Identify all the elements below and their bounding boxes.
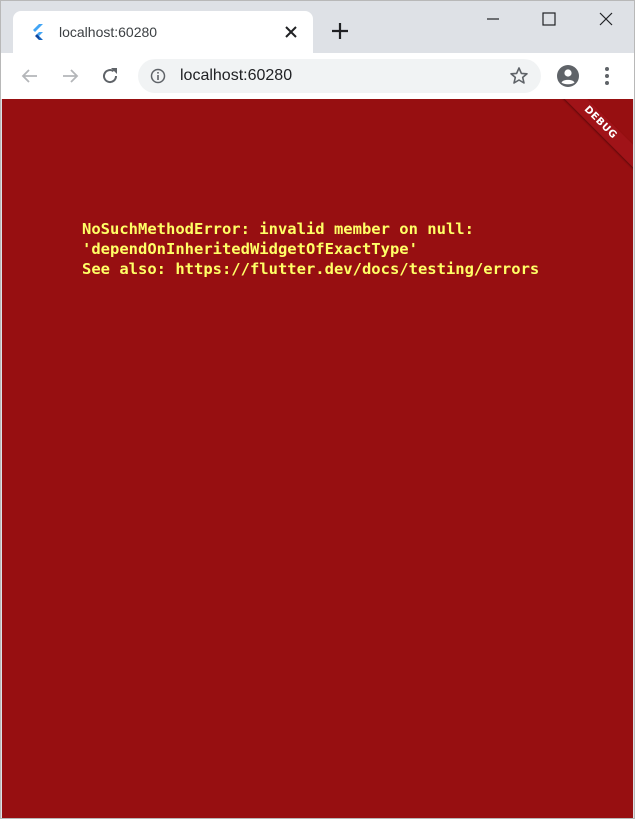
error-line: NoSuchMethodError: invalid member on nul… (82, 220, 474, 238)
info-icon[interactable] (150, 68, 166, 84)
url-text[interactable]: localhost:60280 (180, 67, 292, 85)
minimize-icon[interactable] (479, 5, 507, 33)
tab-title: localhost:60280 (59, 24, 158, 40)
maximize-icon[interactable] (535, 5, 563, 33)
error-line: 'dependOnInheritedWidgetOfExactType' (82, 240, 418, 258)
address-bar[interactable]: localhost:60280 (138, 59, 541, 93)
browser-window: localhost:60280 localhost:60280 NoSuchMe… (0, 0, 635, 819)
tab-strip: localhost:60280 (1, 1, 634, 53)
star-icon[interactable] (509, 66, 529, 86)
close-icon[interactable] (281, 22, 301, 42)
error-line: See also: https://flutter.dev/docs/testi… (82, 260, 540, 278)
flutter-logo-icon (33, 24, 43, 40)
more-vertical-icon[interactable] (597, 64, 617, 88)
window-close-icon[interactable] (592, 5, 620, 33)
arrow-left-icon[interactable] (18, 64, 42, 88)
reload-icon[interactable] (98, 64, 122, 88)
error-message: NoSuchMethodError: invalid member on nul… (82, 219, 622, 279)
debug-banner: DEBUG (548, 99, 633, 175)
browser-toolbar: localhost:60280 (1, 53, 634, 99)
tab-localhost[interactable]: localhost:60280 (13, 11, 313, 53)
arrow-right-icon[interactable] (58, 64, 82, 88)
page-viewport: NoSuchMethodError: invalid member on nul… (2, 99, 633, 818)
plus-icon[interactable] (329, 20, 351, 42)
account-circle-icon[interactable] (556, 64, 580, 88)
